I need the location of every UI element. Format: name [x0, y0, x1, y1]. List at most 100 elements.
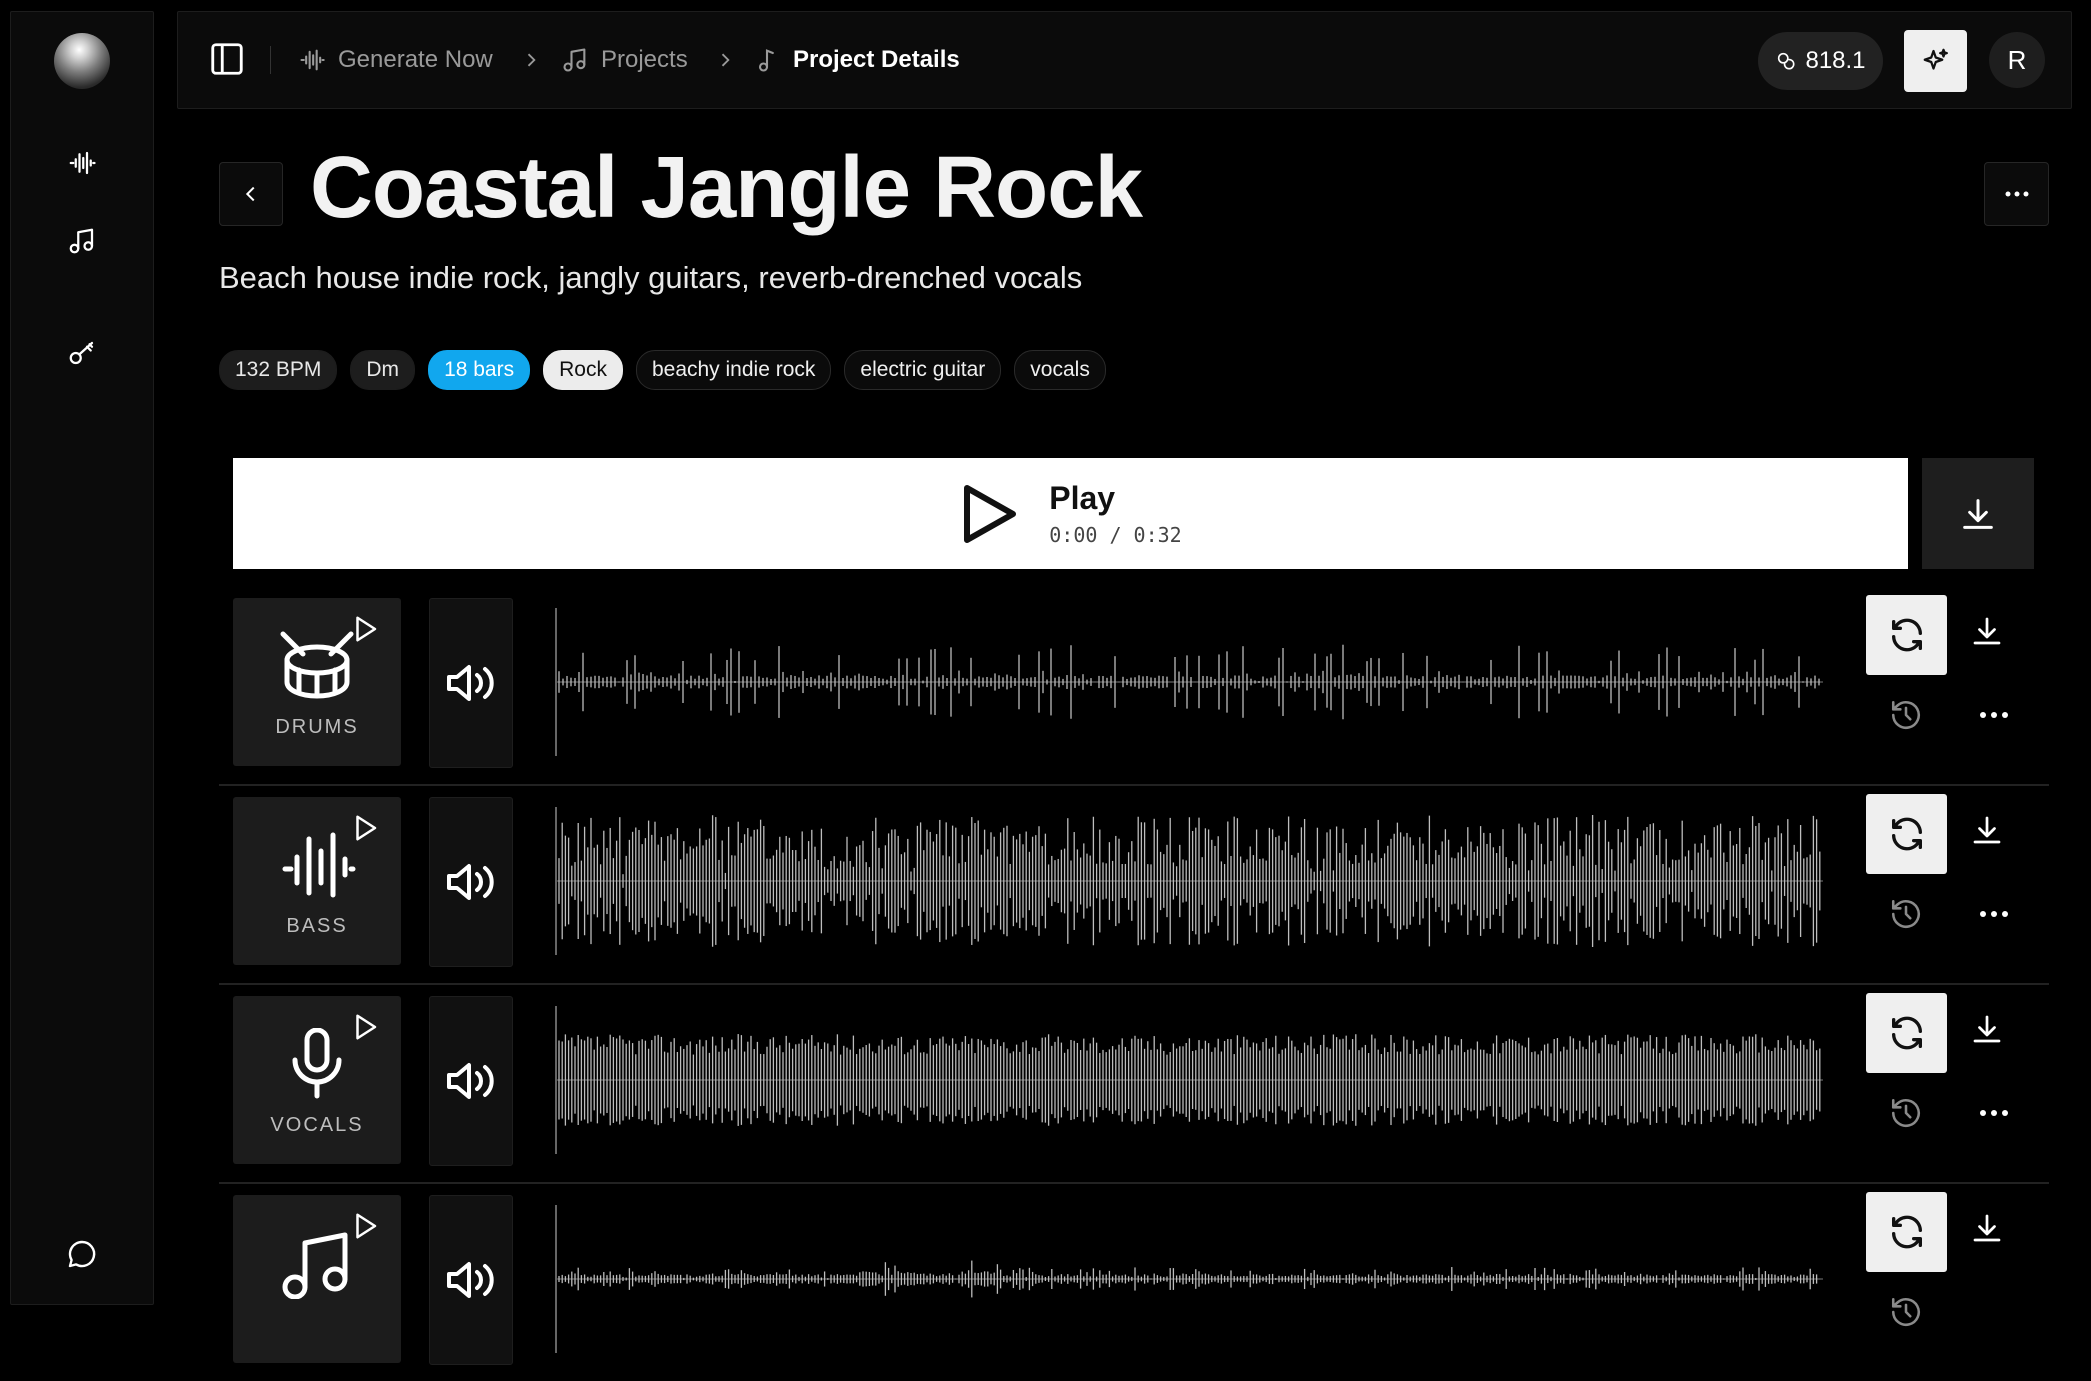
track-row-bass: BASS — [219, 784, 2049, 985]
history-button[interactable] — [1889, 1096, 1923, 1130]
waveform-icon — [300, 49, 325, 71]
play-label: Play — [1049, 480, 1116, 516]
download-icon — [1973, 1015, 2001, 1043]
sidebar-toggle-button[interactable] — [208, 40, 246, 78]
divider — [270, 46, 271, 74]
regenerate-button[interactable] — [1866, 794, 1947, 874]
play-icon — [356, 815, 377, 841]
mute-button[interactable] — [429, 598, 513, 768]
stem-tile-bass[interactable]: BASS — [233, 797, 401, 965]
more-horizontal-icon — [2005, 191, 2028, 197]
tag-list: 132 BPM Dm 18 bars Rock beachy indie roc… — [219, 350, 1106, 390]
tag-style: beachy indie rock — [635, 350, 832, 390]
music-note-icon — [69, 228, 94, 254]
history-icon — [1891, 899, 1921, 929]
magic-button[interactable] — [1904, 30, 1967, 92]
history-icon — [1891, 1297, 1921, 1327]
more-horizontal-icon — [1980, 1110, 2008, 1116]
chevron-right-icon — [527, 53, 536, 67]
volume-icon — [447, 665, 494, 701]
stem-name: VOCALS — [270, 1114, 364, 1136]
app-logo[interactable] — [54, 33, 110, 89]
track-row-drums: DRUMS — [219, 585, 2049, 786]
volume-icon — [447, 864, 494, 900]
sidebar-item-api-keys[interactable] — [11, 338, 153, 368]
music-notes-icon — [563, 48, 586, 72]
track-row-vocals: VOCALS — [219, 983, 2049, 1184]
user-avatar[interactable]: R — [1989, 32, 2045, 88]
download-stem-button[interactable] — [1969, 1011, 2005, 1047]
play-button[interactable]: Play 0:00 / 0:32 — [233, 458, 1908, 569]
download-all-button[interactable] — [1922, 458, 2034, 569]
history-button[interactable] — [1889, 1295, 1923, 1329]
stem-name: BASS — [286, 915, 348, 937]
stem-tile-vocals[interactable]: VOCALS — [233, 996, 401, 1164]
volume-icon — [447, 1063, 494, 1099]
regenerate-button[interactable] — [1866, 1192, 1947, 1272]
history-icon — [1891, 1098, 1921, 1128]
tag-genre: Rock — [543, 350, 623, 390]
tag-instrument: electric guitar — [844, 350, 1002, 390]
breadcrumb-generate[interactable]: Generate Now — [298, 12, 493, 108]
refresh-icon — [1891, 618, 1922, 652]
drum-icon — [280, 631, 354, 699]
chevron-right-icon — [721, 53, 730, 67]
breadcrumb-label: Projects — [601, 46, 688, 73]
user-initial: R — [2007, 44, 2027, 75]
play-icon — [356, 1014, 377, 1040]
top-bar: Generate Now Projects Project Details 81… — [177, 11, 2072, 109]
waveform-instrument — [555, 1205, 1823, 1353]
mute-button[interactable] — [429, 1195, 513, 1365]
coins-icon — [1778, 52, 1795, 70]
mute-button[interactable] — [429, 996, 513, 1166]
download-stem-button[interactable] — [1969, 613, 2005, 649]
waveform-drums — [555, 608, 1823, 756]
microphone-icon — [292, 1028, 342, 1099]
sidebar-item-projects[interactable] — [11, 226, 153, 256]
download-icon — [1963, 498, 1993, 529]
stem-name: DRUMS — [275, 716, 359, 738]
project-more-button[interactable] — [1984, 162, 2049, 226]
volume-icon — [447, 1262, 494, 1298]
regenerate-button[interactable] — [1866, 993, 1947, 1073]
download-icon — [1973, 816, 2001, 844]
download-icon — [1973, 617, 2001, 645]
waveform-icon — [282, 832, 356, 898]
breadcrumb-label: Project Details — [793, 46, 960, 73]
play-icon — [356, 616, 377, 642]
mute-button[interactable] — [429, 797, 513, 967]
breadcrumb-label: Generate Now — [338, 46, 493, 73]
chevron-left-icon — [245, 186, 255, 202]
stem-more-button[interactable] — [1979, 910, 2009, 918]
project-description: Beach house indie rock, jangly guitars, … — [219, 260, 1083, 295]
download-icon — [1973, 1214, 2001, 1242]
play-time: 0:00 / 0:32 — [1049, 523, 1182, 547]
tag-key: Dm — [350, 350, 416, 390]
stem-more-button[interactable] — [1979, 1109, 2009, 1117]
sidebar-item-feedback[interactable] — [11, 1238, 153, 1270]
sidebar-item-generate[interactable] — [11, 148, 153, 178]
regenerate-button[interactable] — [1866, 595, 1947, 675]
stem-more-button[interactable] — [1979, 711, 2009, 719]
history-icon — [1891, 700, 1921, 730]
key-icon — [69, 341, 94, 365]
breadcrumb-projects[interactable]: Projects — [561, 12, 688, 108]
back-button[interactable] — [219, 162, 283, 226]
breadcrumb-project-details: Project Details — [753, 12, 960, 108]
sparkle-icon — [1923, 48, 1948, 70]
download-stem-button[interactable] — [1969, 1210, 2005, 1246]
sidebar-toggle-icon — [211, 43, 243, 75]
tag-vocals: vocals — [1014, 350, 1106, 390]
history-button[interactable] — [1889, 897, 1923, 931]
download-stem-button[interactable] — [1969, 812, 2005, 848]
more-horizontal-icon — [1980, 911, 2008, 917]
history-button[interactable] — [1889, 698, 1923, 732]
credits-value: 818.1 — [1805, 47, 1866, 74]
project-title: Coastal Jangle Rock — [310, 139, 1143, 236]
refresh-icon — [1891, 1016, 1922, 1050]
credits-badge[interactable]: 818.1 — [1758, 32, 1883, 90]
stem-tile-instrument[interactable] — [233, 1195, 401, 1363]
music-note-icon — [758, 49, 774, 72]
waveform-vocals — [555, 1006, 1823, 1154]
stem-tile-drums[interactable]: DRUMS — [233, 598, 401, 766]
